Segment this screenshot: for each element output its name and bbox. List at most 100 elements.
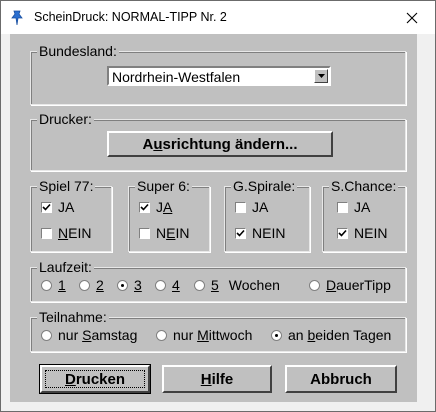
super6-ja-checkbox[interactable]: JA <box>139 199 172 215</box>
radio-circle[interactable] <box>156 329 167 341</box>
gspirale-ja-checkbox[interactable]: JA <box>235 199 268 215</box>
spiel77-nein-label: EIN <box>68 225 92 241</box>
cancel-button[interactable]: Abbruch <box>285 365 397 393</box>
radio-circle[interactable] <box>41 329 52 341</box>
checkbox-box[interactable] <box>139 227 150 239</box>
spiel77-nein-accel: N <box>58 225 69 241</box>
laufzeit-option-label: 4 <box>172 277 180 293</box>
gspirale-ja-label: JA <box>252 199 269 215</box>
schance-group: S.Chance: JA NEIN <box>322 178 406 252</box>
button-accel: u <box>153 135 163 153</box>
print-button[interactable]: Drucken <box>39 364 151 394</box>
check-icon <box>338 229 347 237</box>
checkbox-box[interactable] <box>235 201 246 213</box>
spiel77-nein-checkbox[interactable]: N EIN <box>41 225 91 241</box>
super6-ja-label: J <box>156 199 163 215</box>
teilnahme-option-label: nur <box>58 327 83 343</box>
radio-circle[interactable] <box>79 279 90 291</box>
help-label: ilfe <box>211 370 234 388</box>
bundesland-select[interactable]: Nordrhein-Westfalen <box>107 66 331 86</box>
teilnahme-option-label: an <box>288 327 308 343</box>
super6-nein-accel: E <box>166 225 176 241</box>
checkbox-box[interactable] <box>41 201 52 213</box>
radio-circle-selected[interactable] <box>117 279 128 291</box>
laufzeit-label: Laufzeit: <box>37 259 94 275</box>
close-icon <box>406 12 418 23</box>
close-button[interactable] <box>389 1 435 34</box>
teilnahme-option-label-rest: ittwoch <box>208 327 253 343</box>
dialog-body: Bundesland: Nordrhein-Westfalen Drucker:… <box>10 34 417 402</box>
radio-circle[interactable] <box>41 279 52 291</box>
gspirale-label: G.Spirale: <box>231 178 298 194</box>
super6-label: Super 6: <box>135 178 192 194</box>
laufzeit-radio-3[interactable]: 3 <box>117 277 142 293</box>
radio-circle[interactable] <box>155 279 166 291</box>
teilnahme-label: Teilnahme: <box>37 309 109 325</box>
laufzeit-radio-5[interactable]: 5 Wochen <box>194 277 280 293</box>
title-bar[interactable]: ScheinDruck: NORMAL-TIPP Nr. 2 <box>1 1 435 34</box>
bundesland-value: Nordrhein-Westfalen <box>112 69 241 85</box>
teilnahme-radio-beide[interactable]: an b eiden Tagen <box>271 327 391 343</box>
teilnahme-radio-mittwoch[interactable]: nur Mittwoch <box>156 327 252 343</box>
check-icon <box>140 203 149 211</box>
laufzeit-radio-dauertipp[interactable]: DauerTipp <box>309 277 391 293</box>
laufzeit-radio-1[interactable]: 1 <box>41 277 66 293</box>
check-icon <box>42 203 51 211</box>
spiel77-ja-label: JA <box>58 199 75 215</box>
super6-group: Super 6: JA N E IN <box>128 178 210 252</box>
teilnahme-radio-samstag[interactable]: nur Samstag <box>41 327 137 343</box>
checkbox-box[interactable] <box>235 227 246 239</box>
gspirale-nein-label: NEIN <box>252 225 286 241</box>
laufzeit-option-label: 2 <box>96 277 104 293</box>
super6-nein-label-rest: IN <box>175 225 190 241</box>
laufzeit-option-label: 1 <box>58 277 66 293</box>
button-text: A <box>142 135 154 153</box>
laufzeit-radio-2[interactable]: 2 <box>79 277 104 293</box>
teilnahme-option-accel: M <box>197 327 209 343</box>
gspirale-group: G.Spirale: JA NEIN <box>224 178 310 252</box>
teilnahme-option-accel: S <box>82 327 92 343</box>
radio-circle-selected[interactable] <box>271 329 282 341</box>
laufzeit-option-label: 5 <box>211 277 219 293</box>
dauertipp-label: auerTipp <box>336 277 391 293</box>
drucker-group: Drucker: Au srichtung ändern... <box>30 111 406 171</box>
checkbox-box[interactable] <box>41 227 52 239</box>
laufzeit-radio-4[interactable]: 4 <box>155 277 180 293</box>
change-orientation-button[interactable]: Au srichtung ändern... <box>107 131 333 157</box>
focus-ring <box>45 370 145 388</box>
teilnahme-group: Teilnahme: nur Samstag nur Mittwoch an b… <box>30 309 406 352</box>
help-accel: H <box>200 370 212 388</box>
super6-nein-label: N <box>156 225 167 241</box>
window-title: ScheinDruck: NORMAL-TIPP Nr. 2 <box>34 10 227 24</box>
teilnahme-option-label-rest: eiden Tagen <box>315 327 392 343</box>
help-button[interactable]: Hilfe <box>162 365 272 393</box>
checkbox-box[interactable] <box>337 201 348 213</box>
drucker-label: Drucker: <box>37 111 94 127</box>
checkbox-box[interactable] <box>139 201 150 213</box>
spiel77-label: Spiel 77: <box>37 178 96 194</box>
schance-nein-checkbox[interactable]: NEIN <box>337 225 387 241</box>
dropdown-arrow-button[interactable] <box>314 69 328 83</box>
check-icon <box>236 229 245 237</box>
dauertipp-accel: D <box>326 277 337 293</box>
pin-icon <box>11 10 23 26</box>
spiel77-ja-checkbox[interactable]: JA <box>41 199 74 215</box>
teilnahme-option-accel: b <box>307 327 316 343</box>
super6-ja-accel: A <box>163 199 173 215</box>
chevron-down-icon <box>317 74 325 78</box>
schance-label: S.Chance: <box>329 178 399 194</box>
laufzeit-group: Laufzeit: 1 2 3 4 5 Wochen DauerTipp <box>30 259 406 302</box>
radio-circle[interactable] <box>309 279 320 291</box>
teilnahme-option-label: nur <box>173 327 198 343</box>
checkbox-box[interactable] <box>337 227 348 239</box>
super6-nein-checkbox[interactable]: N E IN <box>139 225 189 241</box>
teilnahme-option-label-rest: amstag <box>91 327 138 343</box>
cancel-label: Abbruch <box>310 370 372 388</box>
radio-circle[interactable] <box>194 279 205 291</box>
schance-ja-label: JA <box>354 199 371 215</box>
weeks-label: Wochen <box>228 277 280 293</box>
gspirale-nein-checkbox[interactable]: NEIN <box>235 225 285 241</box>
bundesland-label: Bundesland: <box>37 43 119 59</box>
dialog-window: ScheinDruck: NORMAL-TIPP Nr. 2 Bundeslan… <box>0 0 436 412</box>
schance-ja-checkbox[interactable]: JA <box>337 199 370 215</box>
